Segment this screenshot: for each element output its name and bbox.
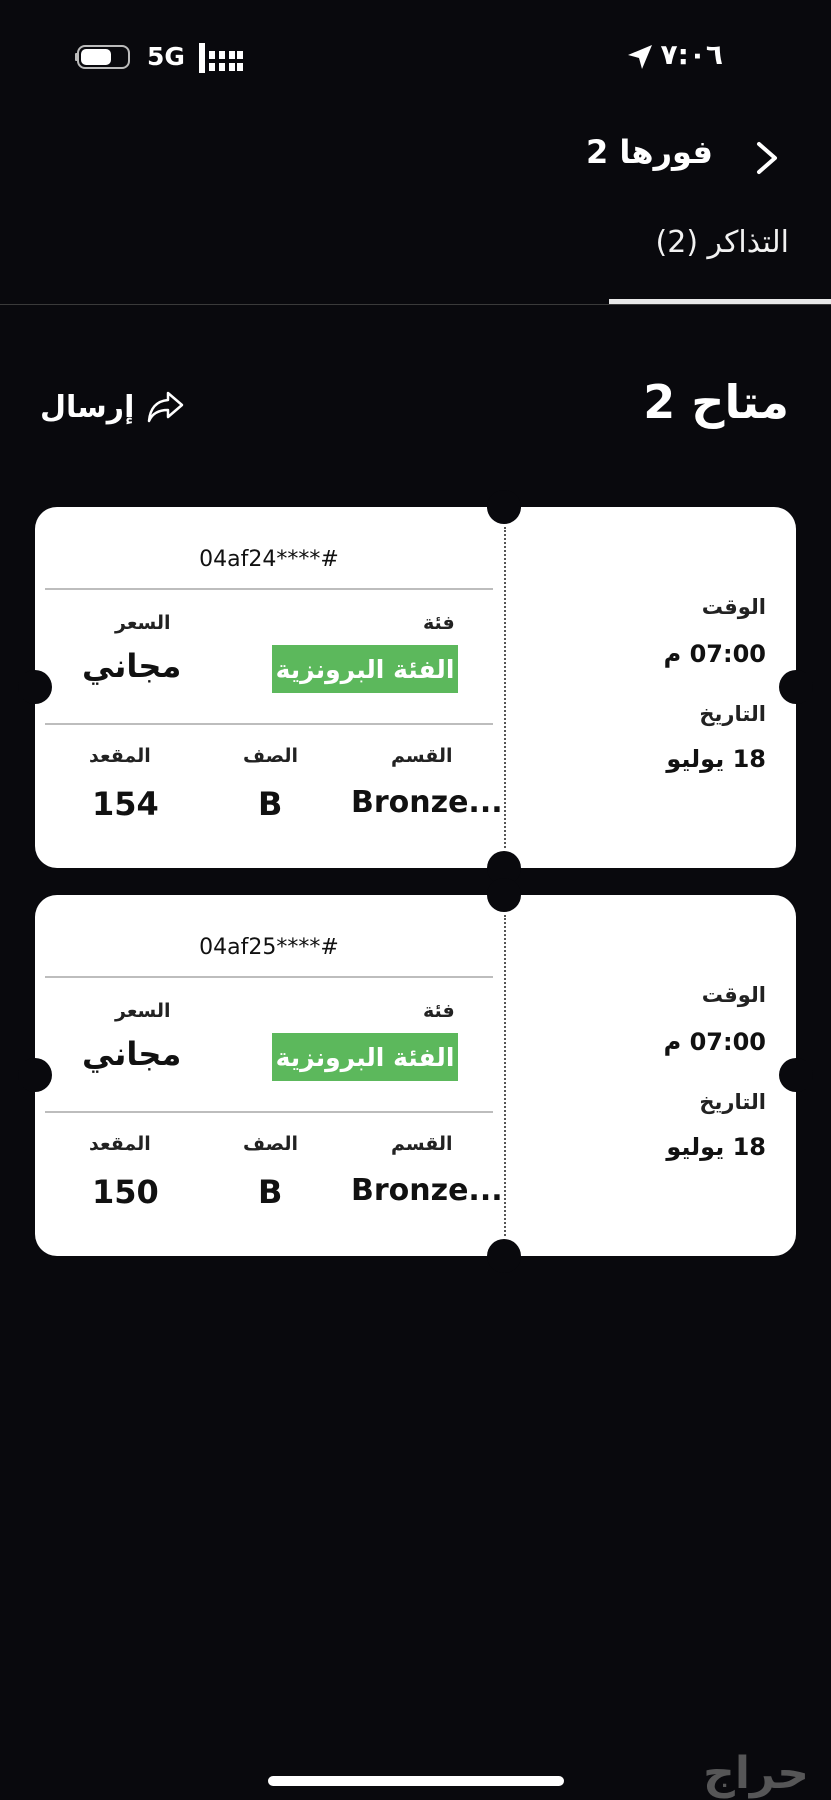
- date-label: التاريخ: [699, 702, 766, 726]
- section-label: القسم: [391, 1133, 453, 1155]
- time-label: الوقت: [701, 983, 766, 1007]
- price-value: مجاني: [82, 647, 182, 685]
- available-count: متاح 2: [643, 375, 789, 429]
- time-value: 07:00 م: [663, 1028, 766, 1056]
- time-label: الوقت: [701, 595, 766, 619]
- price-label: السعر: [115, 612, 171, 634]
- category-label: فئة: [423, 612, 455, 634]
- signal-icon: [199, 43, 243, 73]
- perforation-line: [504, 527, 506, 848]
- section-value: Bronze...: [351, 785, 503, 820]
- row-label: الصف: [243, 745, 298, 767]
- section-value: Bronze...: [351, 1173, 503, 1208]
- seat-value: 150: [92, 1173, 159, 1211]
- watermark-logo: حراج: [703, 1748, 809, 1799]
- ticket-card[interactable]: 04af25****# فئة السعر الفئة البرونزية مج…: [18, 878, 813, 1273]
- seat-label: المقعد: [89, 745, 151, 767]
- row-label: الصف: [243, 1133, 298, 1155]
- row-value: B: [258, 1173, 283, 1211]
- ticket-notch: [487, 878, 521, 912]
- category-badge: الفئة البرونزية: [272, 645, 458, 693]
- ticket-code: 04af24****#: [199, 547, 339, 572]
- section-label: القسم: [391, 745, 453, 767]
- share-forward-icon: [148, 391, 184, 423]
- price-label: السعر: [115, 1000, 171, 1022]
- battery-icon: [75, 45, 130, 69]
- ticket-notch: [18, 670, 52, 704]
- ticket-notch: [779, 1058, 813, 1092]
- network-type: 5G: [147, 42, 185, 71]
- event-title: فورها 2: [585, 133, 713, 171]
- price-value: مجاني: [82, 1035, 182, 1073]
- ticket-card[interactable]: 04af24****# فئة السعر الفئة البرونزية مج…: [18, 490, 813, 885]
- category-label: فئة: [423, 1000, 455, 1022]
- divider: [45, 588, 493, 590]
- category-badge: الفئة البرونزية: [272, 1033, 458, 1081]
- date-value: 18 يوليو: [666, 745, 766, 773]
- ticket-notch: [779, 670, 813, 704]
- send-label: إرسال: [40, 389, 135, 425]
- seat-label: المقعد: [89, 1133, 151, 1155]
- ticket-code: 04af25****#: [199, 935, 339, 960]
- send-button[interactable]: إرسال: [40, 387, 186, 427]
- divider: [45, 976, 493, 978]
- divider: [45, 1111, 493, 1113]
- seat-value: 154: [92, 785, 159, 823]
- home-indicator[interactable]: [268, 1776, 564, 1786]
- ticket-notch: [487, 1239, 521, 1273]
- status-time: ٧:٠٦: [660, 38, 723, 71]
- ticket-notch: [487, 490, 521, 524]
- date-label: التاريخ: [699, 1090, 766, 1114]
- location-arrow-icon: [628, 45, 652, 69]
- tab-tickets[interactable]: التذاكر (2): [656, 225, 790, 260]
- date-value: 18 يوليو: [666, 1133, 766, 1161]
- divider: [45, 723, 493, 725]
- ticket-notch: [18, 1058, 52, 1092]
- back-chevron-icon[interactable]: [753, 140, 783, 176]
- header-divider: [0, 304, 831, 305]
- perforation-line: [504, 915, 506, 1236]
- time-value: 07:00 م: [663, 640, 766, 668]
- row-value: B: [258, 785, 283, 823]
